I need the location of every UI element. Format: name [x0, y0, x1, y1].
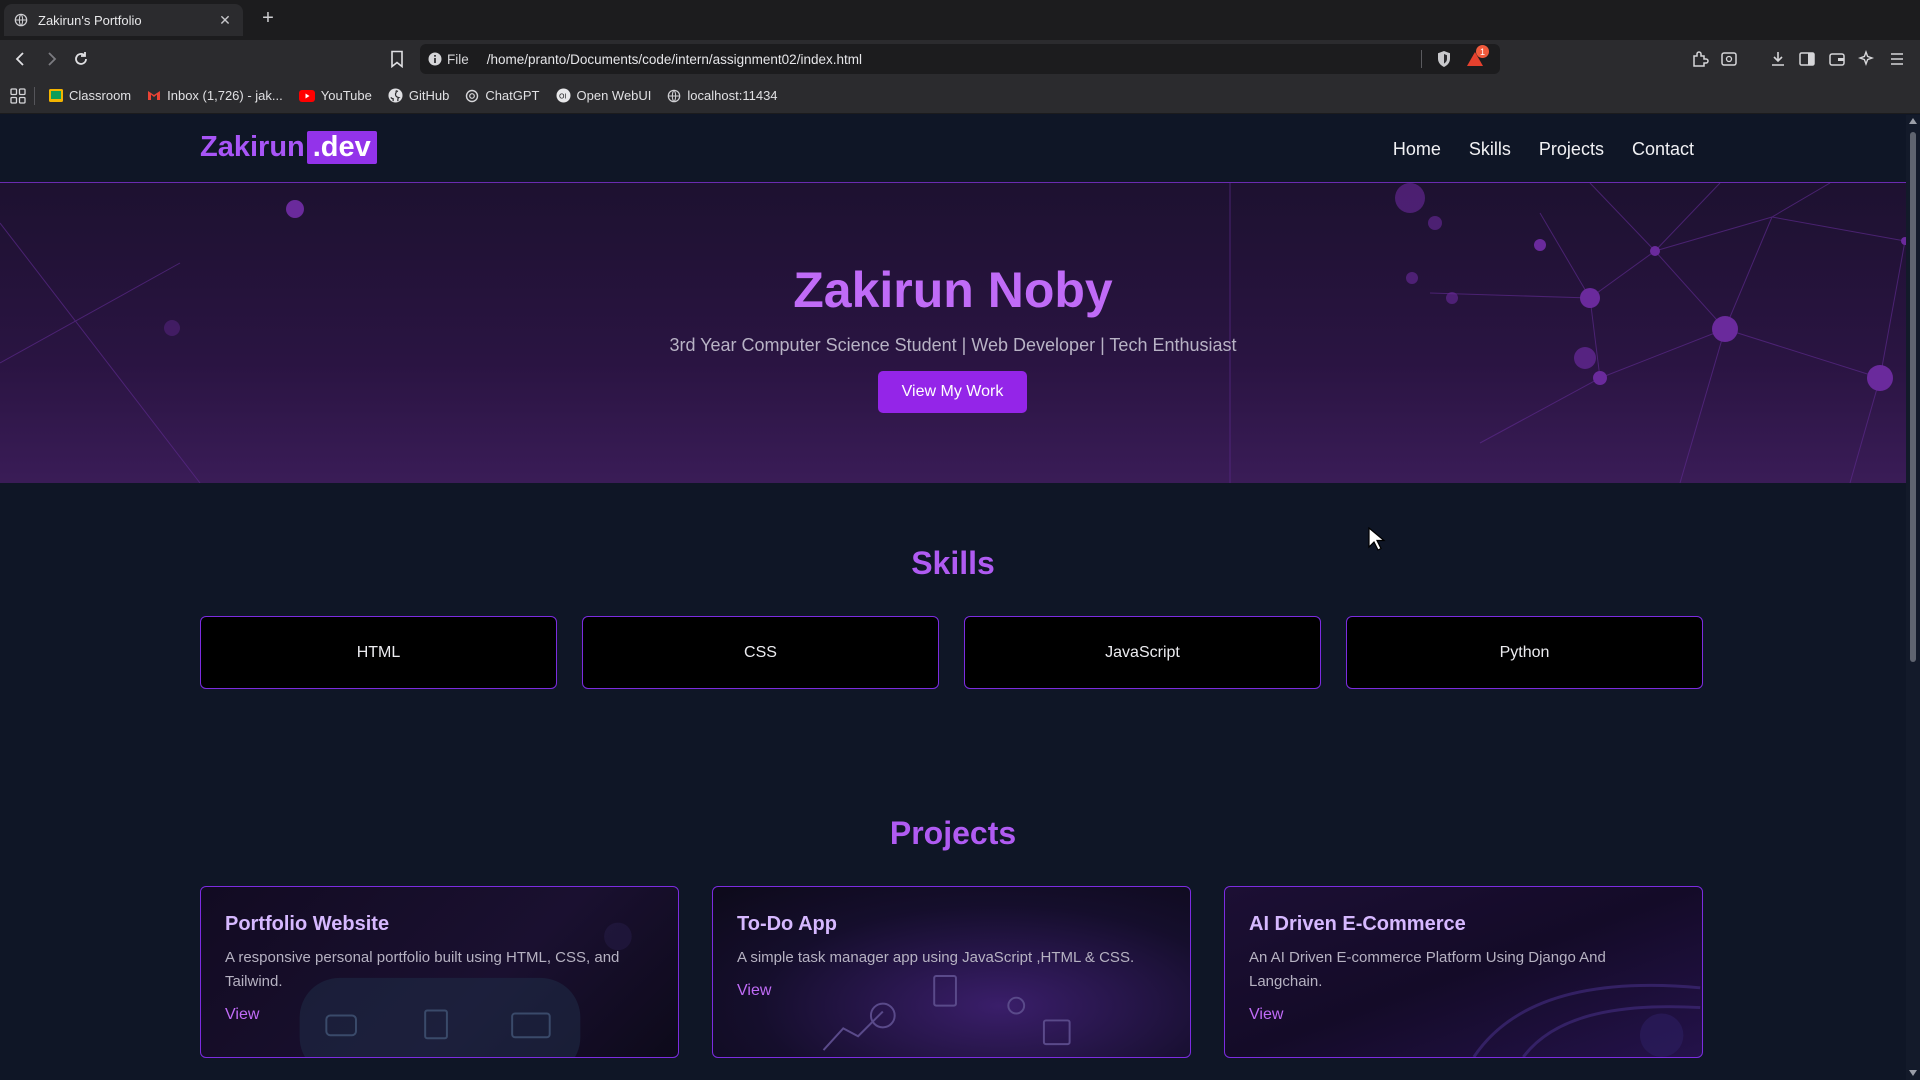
extensions-icon[interactable]: [1690, 49, 1710, 69]
page-viewport: Zakirun .dev Home Skills Projects Contac…: [0, 115, 1920, 1080]
bookmark-youtube[interactable]: YouTube: [298, 88, 372, 103]
tab-title: Zakirun's Portfolio: [38, 12, 142, 28]
bookmark-open-webui[interactable]: OI Open WebUI: [556, 88, 651, 103]
site-logo[interactable]: Zakirun .dev: [200, 131, 377, 164]
notification-badge: 1: [1476, 45, 1489, 58]
globe-icon: [14, 13, 28, 27]
scroll-up-arrow[interactable]: [1909, 118, 1917, 124]
view-my-work-button[interactable]: View My Work: [878, 371, 1027, 413]
project-title: AI Driven E-Commerce: [1249, 913, 1466, 935]
project-view-link[interactable]: View: [1249, 1006, 1283, 1024]
page-scrollbar[interactable]: [1906, 115, 1920, 1080]
svg-text:OI: OI: [559, 93, 567, 101]
nav-skills[interactable]: Skills: [1469, 139, 1511, 160]
apps-grid-icon[interactable]: [10, 87, 26, 104]
nav-contact[interactable]: Contact: [1632, 139, 1694, 160]
bookmark-github[interactable]: GitHub: [388, 88, 449, 103]
bookmarks-bar: Classroom Inbox (1,726) - jak... YouTube…: [0, 78, 1920, 114]
back-icon[interactable]: [10, 48, 32, 70]
skill-card-javascript: JavaScript: [964, 616, 1321, 689]
open-webui-icon: OI: [556, 88, 570, 103]
scroll-down-arrow[interactable]: [1909, 1070, 1917, 1076]
projects-heading: Projects: [889, 815, 1017, 851]
info-icon: [428, 52, 442, 66]
project-view-link[interactable]: View: [737, 982, 771, 1000]
gmail-icon: [148, 91, 161, 100]
hero-name: Zakirun Noby: [793, 262, 1113, 318]
project-title: Portfolio Website: [225, 913, 390, 935]
project-description: A responsive personal portfolio built us…: [225, 949, 620, 990]
project-card-portfolio: Portfolio Website A responsive personal …: [200, 886, 679, 1058]
github-icon: [388, 88, 403, 103]
project-card-ecommerce: AI Driven E-Commerce An AI Driven E-comm…: [1224, 886, 1703, 1058]
rewards-button[interactable]: 1: [1466, 45, 1489, 68]
project-description: An AI Driven E-commerce Platform Using D…: [1249, 949, 1606, 990]
url-divider: [1421, 50, 1422, 68]
bookmark-localhost[interactable]: localhost:11434: [667, 88, 778, 103]
site-info-button[interactable]: File: [428, 52, 469, 67]
project-card-todo: To-Do App A simple task manager app usin…: [712, 886, 1191, 1058]
logo-accent: .dev: [306, 131, 377, 164]
download-icon[interactable]: [1768, 49, 1788, 69]
menu-icon[interactable]: [1887, 49, 1907, 69]
project-view-link[interactable]: View: [225, 1006, 259, 1024]
hero-section: Zakirun Noby 3rd Year Computer Science S…: [0, 183, 1906, 483]
globe-icon: [668, 89, 681, 102]
bookmark-gmail[interactable]: Inbox (1,726) - jak...: [147, 88, 283, 103]
youtube-icon: [298, 89, 315, 102]
logo-text: Zakirun: [200, 131, 305, 163]
url-scheme: File: [447, 51, 469, 67]
skill-card-css: CSS: [582, 616, 939, 689]
sidebar-icon[interactable]: [1797, 49, 1817, 69]
site-nav: Home Skills Projects Contact: [1393, 139, 1694, 160]
tab-search-icon[interactable]: [1719, 49, 1739, 69]
bookmark-classroom[interactable]: Classroom: [49, 88, 131, 103]
chatgpt-icon: [466, 89, 479, 102]
classroom-icon: [49, 89, 63, 102]
bookmark-chatgpt[interactable]: ChatGPT: [465, 88, 540, 103]
site-header: Zakirun .dev Home Skills Projects Contac…: [0, 115, 1906, 183]
skill-card-python: Python: [1346, 616, 1703, 689]
url-text: /home/pranto/Documents/code/intern/assig…: [486, 51, 862, 67]
reload-icon[interactable]: [70, 48, 92, 70]
nav-home[interactable]: Home: [1393, 139, 1441, 160]
tab-active[interactable]: Zakirun's Portfolio ✕: [4, 4, 243, 36]
bookmarks-divider: [34, 86, 35, 105]
address-bar[interactable]: File /home/pranto/Documents/code/intern/…: [420, 44, 1500, 74]
leo-ai-icon[interactable]: [1857, 49, 1877, 69]
hero-tagline: 3rd Year Computer Science Student | Web …: [669, 335, 1237, 355]
tab-strip: Zakirun's Portfolio ✕ +: [0, 0, 1920, 40]
wallet-icon[interactable]: [1827, 49, 1847, 69]
network-background: [0, 183, 1906, 483]
skills-heading: Skills: [911, 545, 995, 581]
new-tab-button[interactable]: +: [256, 7, 280, 30]
nav-projects[interactable]: Projects: [1539, 139, 1604, 160]
close-tab-icon[interactable]: ✕: [217, 12, 233, 29]
scrollbar-thumb[interactable]: [1910, 132, 1916, 662]
skill-card-html: HTML: [200, 616, 557, 689]
mouse-cursor-icon: [1368, 527, 1386, 551]
shield-icon[interactable]: [1436, 50, 1452, 68]
forward-icon[interactable]: [40, 48, 62, 70]
project-description: A simple task manager app using JavaScri…: [737, 949, 1135, 966]
project-title: To-Do App: [737, 913, 837, 935]
browser-toolbar: File /home/pranto/Documents/code/intern/…: [0, 40, 1920, 78]
bookmark-icon[interactable]: [386, 48, 408, 70]
